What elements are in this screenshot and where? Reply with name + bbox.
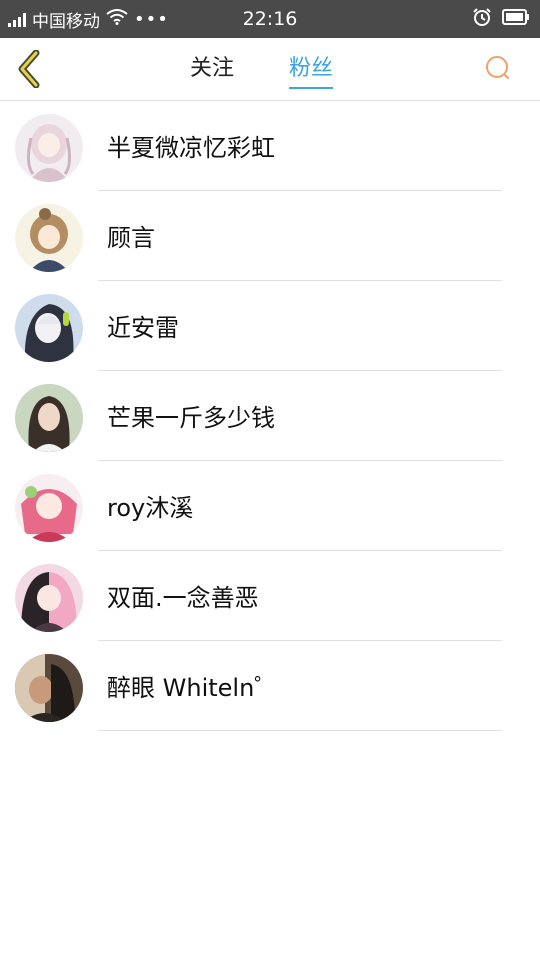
- tab-following-label: 关注: [190, 56, 235, 81]
- avatar[interactable]: [15, 384, 83, 452]
- list-item[interactable]: 顾言: [0, 191, 540, 281]
- battery-icon: [502, 8, 530, 30]
- status-right: [472, 0, 530, 38]
- tab-fans-label: 粉丝: [289, 56, 334, 81]
- fan-name: 芒果一斤多少钱: [107, 404, 275, 432]
- tab-fans[interactable]: 粉丝: [289, 52, 334, 89]
- list-item[interactable]: 半夏微凉忆彩虹: [0, 101, 540, 191]
- avatar[interactable]: [15, 474, 83, 542]
- search-button[interactable]: [484, 54, 514, 84]
- list-item[interactable]: 醉眼 Whiteln゜: [0, 641, 540, 731]
- fan-name: 近安雷: [107, 314, 179, 342]
- fan-name: 双面.一念善恶: [107, 584, 259, 612]
- header-bar: 关注 粉丝: [0, 38, 540, 101]
- avatar[interactable]: [15, 564, 83, 632]
- avatar[interactable]: [15, 654, 83, 722]
- avatar[interactable]: [15, 204, 83, 272]
- status-bar: 中国移动 ••• 22:16: [0, 0, 540, 38]
- tab-following[interactable]: 关注: [190, 52, 234, 86]
- active-tab-indicator: [289, 87, 334, 89]
- avatar[interactable]: [15, 114, 83, 182]
- fan-name: 醉眼 Whiteln゜: [107, 674, 279, 702]
- list-item[interactable]: 双面.一念善恶: [0, 551, 540, 641]
- fan-name: 顾言: [107, 224, 155, 252]
- alarm-icon: [472, 7, 492, 32]
- list-item[interactable]: 近安雷: [0, 281, 540, 371]
- fan-name: roy沐溪: [107, 494, 194, 522]
- clock: 22:16: [242, 8, 298, 30]
- list-item[interactable]: 芒果一斤多少钱: [0, 371, 540, 461]
- search-icon: [486, 56, 509, 79]
- avatar[interactable]: [15, 294, 83, 362]
- list-item[interactable]: roy沐溪: [0, 461, 540, 551]
- row-divider: [98, 730, 502, 731]
- tab-bar: 关注 粉丝: [0, 38, 540, 100]
- fans-list: 半夏微凉忆彩虹 顾言 近安雷 芒果一斤多少钱 roy沐溪 双面.一念善恶 醉眼 …: [0, 101, 540, 731]
- fan-name: 半夏微凉忆彩虹: [107, 134, 275, 162]
